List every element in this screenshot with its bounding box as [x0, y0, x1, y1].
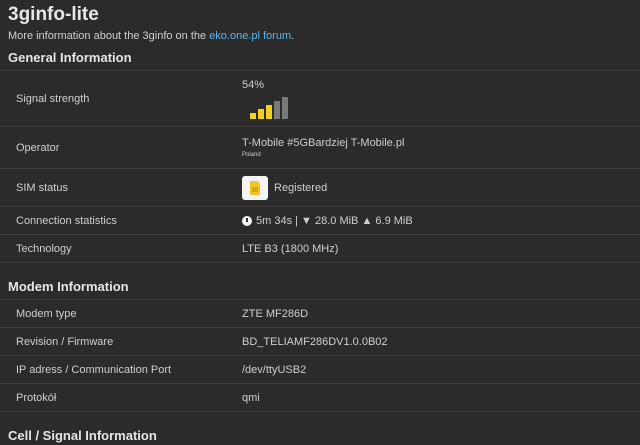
- technology-label: Technology: [16, 242, 72, 255]
- modem-section-title: Modem Information: [8, 279, 129, 294]
- connection-stats-text: 5m 34s | ▼ 28.0 MiB ▲ 6.9 MiB: [256, 214, 413, 227]
- connection-stats-value: 5m 34s | ▼ 28.0 MiB ▲ 6.9 MiB: [242, 215, 640, 227]
- signal-strength-label: Signal strength: [16, 92, 90, 105]
- connection-stats-label: Connection statistics: [16, 214, 117, 227]
- sim-card-icon: [242, 175, 268, 200]
- operator-row: Operator T-Mobile #5GBardziej T-Mobile.p…: [0, 127, 640, 169]
- protocol-row: Protokół qmi: [0, 384, 640, 412]
- forum-link[interactable]: eko.one.pl forum: [209, 30, 291, 42]
- firmware-row: Revision / Firmware BD_TELIAMF286DV1.0.0…: [0, 328, 640, 356]
- modem-type-row: Modem type ZTE MF286D: [0, 300, 640, 328]
- firmware-value: BD_TELIAMF286DV1.0.0B02: [242, 335, 388, 348]
- subtitle-text: More information about the 3ginfo on the: [8, 30, 210, 42]
- cell-section-header: Cell / Signal Information: [0, 428, 640, 444]
- signal-strength-value: 54%: [242, 79, 640, 119]
- general-section-title: General Information: [8, 50, 132, 65]
- signal-percent: 54%: [242, 78, 265, 91]
- sim-status-label: SIM status: [16, 181, 68, 194]
- comm-port-label: IP adress / Communication Port: [16, 363, 172, 376]
- sim-status-value: Registered: [242, 175, 640, 200]
- technology-value: LTE B3 (1800 MHz): [242, 242, 339, 255]
- signal-bar: [274, 100, 280, 119]
- operator-name: T-Mobile #5GBardziej T-Mobile.pl: [242, 137, 405, 149]
- operator-country: Poland: [242, 152, 261, 158]
- protocol-label: Protokół: [16, 391, 57, 404]
- technology-row: Technology LTE B3 (1800 MHz): [0, 235, 640, 263]
- signal-bar: [282, 96, 288, 119]
- comm-port-value: /dev/ttyUSB2: [242, 363, 307, 376]
- comm-port-row: IP adress / Communication Port /dev/ttyU…: [0, 356, 640, 384]
- sim-status-text: Registered: [274, 181, 328, 194]
- signal-bar: [266, 104, 272, 119]
- modem-type-label: Modem type: [16, 307, 77, 320]
- page: 3ginfo-lite More information about the 3…: [0, 0, 640, 444]
- operator-value: T-Mobile #5GBardziej T-Mobile.pl Poland: [242, 137, 640, 158]
- modem-section-header: Modem Information: [0, 279, 640, 300]
- cell-section-title: Cell / Signal Information: [8, 428, 157, 443]
- operator-label: Operator: [16, 141, 60, 154]
- signal-strength-row: Signal strength 54%: [0, 71, 640, 127]
- connection-stats-row: Connection statistics 5m 34s | ▼ 28.0 Mi…: [0, 207, 640, 235]
- subtitle-suffix: .: [291, 30, 295, 42]
- modem-type-value: ZTE MF286D: [242, 307, 309, 320]
- sim-status-row: SIM status Registered: [0, 169, 640, 207]
- page-title: 3ginfo-lite: [8, 4, 99, 25]
- stopwatch-icon: [242, 215, 252, 226]
- page-subtitle: More information about the 3ginfo on the…: [0, 26, 640, 43]
- general-section-header: General Information: [0, 50, 640, 71]
- signal-bars-icon: [250, 96, 640, 119]
- signal-bar: [258, 108, 264, 119]
- signal-bar: [250, 112, 256, 119]
- protocol-value: qmi: [242, 391, 260, 404]
- firmware-label: Revision / Firmware: [16, 335, 114, 348]
